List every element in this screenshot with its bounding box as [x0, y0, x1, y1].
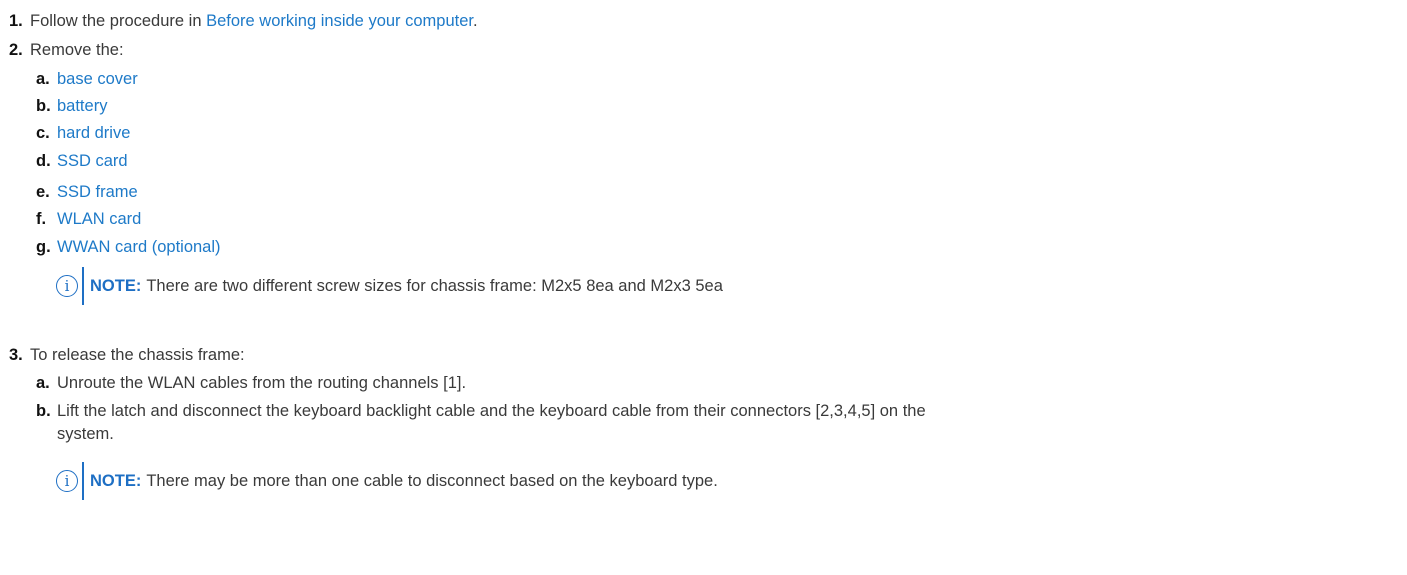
list-item: f. WLAN card — [36, 209, 141, 229]
step-3: 3. To release the chassis frame: — [9, 345, 245, 365]
hard-drive-link[interactable]: hard drive — [57, 124, 130, 142]
step-text: To release the chassis frame: — [30, 346, 245, 364]
item-letter: b. — [36, 97, 51, 115]
info-icon: i — [56, 470, 78, 492]
wwan-card-link[interactable]: WWAN card (optional) — [57, 238, 221, 256]
list-item: e. SSD frame — [36, 182, 138, 202]
list-item: b. battery — [36, 96, 107, 116]
note-callout: i NOTE: There may be more than one cable… — [56, 462, 718, 500]
step-number: 1. — [9, 12, 23, 30]
step-text: Remove the: — [30, 41, 124, 59]
item-letter: a. — [36, 70, 50, 88]
note-divider — [82, 267, 84, 305]
step-text: Follow the procedure in — [30, 12, 207, 30]
note-label: NOTE: — [90, 276, 142, 295]
list-item: a. base cover — [36, 69, 138, 89]
note-callout: i NOTE: There are two different screw si… — [56, 267, 723, 305]
item-letter: c. — [36, 124, 50, 142]
note-label: NOTE: — [90, 471, 142, 490]
before-working-link[interactable]: Before working inside your computer — [206, 12, 473, 30]
step-2: 2. Remove the: — [9, 40, 124, 60]
base-cover-link[interactable]: base cover — [57, 70, 138, 88]
item-text: Unroute the WLAN cables from the routing… — [57, 374, 467, 392]
info-icon: i — [56, 275, 78, 297]
step-1: 1. Follow the procedure in Before working… — [9, 11, 478, 31]
item-letter: f. — [36, 210, 47, 228]
list-item: d. SSD card — [36, 151, 128, 171]
note-text: There are two different screw sizes for … — [146, 276, 723, 295]
item-letter: g. — [36, 238, 51, 256]
note-text: There may be more than one cable to disc… — [146, 471, 718, 490]
item-letter: b. — [36, 402, 51, 420]
list-item: c. hard drive — [36, 123, 130, 143]
step-number: 2. — [9, 41, 23, 59]
list-item: b. Lift the latch and disconnect the keyb… — [36, 401, 926, 421]
battery-link[interactable]: battery — [57, 97, 107, 115]
ssd-frame-link[interactable]: SSD frame — [57, 183, 138, 201]
item-letter: a. — [36, 374, 50, 392]
wlan-card-link[interactable]: WLAN card — [57, 210, 141, 228]
list-item: a. Unroute the WLAN cables from the routi… — [36, 373, 466, 393]
note-divider — [82, 462, 84, 500]
item-letter: e. — [36, 183, 50, 201]
item-text-continued: system. — [57, 425, 114, 443]
ssd-card-link[interactable]: SSD card — [57, 152, 128, 170]
item-text: Lift the latch and disconnect the keyboa… — [57, 402, 926, 420]
step-number: 3. — [9, 346, 23, 364]
item-letter: d. — [36, 152, 51, 170]
step-suffix: . — [473, 12, 478, 30]
list-item: g. WWAN card (optional) — [36, 237, 221, 257]
